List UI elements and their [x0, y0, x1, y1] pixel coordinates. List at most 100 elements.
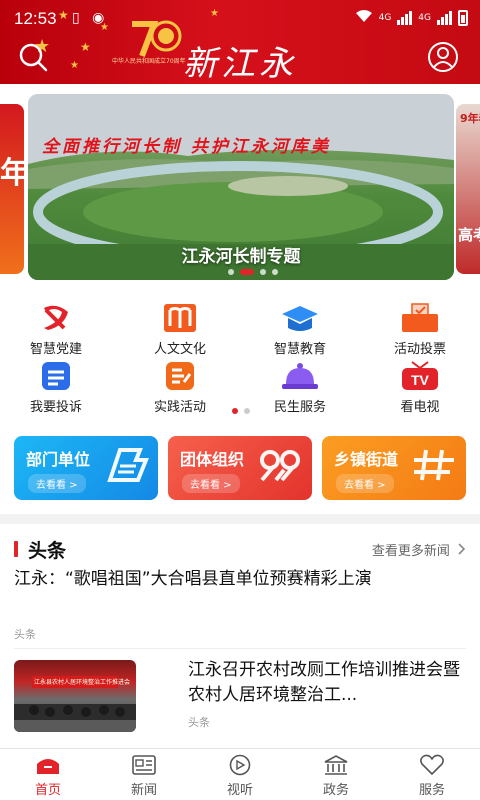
- ballot-box-icon: [400, 302, 440, 334]
- grid-dot[interactable]: [244, 408, 250, 414]
- banner-pagination: [228, 269, 278, 275]
- status-time: 12:53: [14, 9, 57, 28]
- tab-label: 首页: [34, 783, 61, 798]
- tab-services[interactable]: 服务: [384, 749, 480, 800]
- status-right-icons: 4G 4G: [355, 9, 468, 26]
- news-thumbnail: 江永县农村人居环境整治工作推进会: [14, 660, 136, 732]
- tab-government[interactable]: 政务: [288, 749, 384, 800]
- tab-label: 政务: [322, 783, 349, 798]
- grid-item-label: 智慧党建: [29, 342, 82, 357]
- header: ★ ★ ★ ★ ★ ★ 12:53 ▯ ◉ 4G 4G 中华人民共和国成立70周…: [0, 0, 480, 84]
- category-card-link[interactable]: 去看看 >: [336, 474, 394, 493]
- chevron-right-icon: [458, 543, 466, 559]
- banner-dot[interactable]: [272, 269, 278, 275]
- more-news-label: 查看更多新闻: [371, 544, 450, 559]
- banner-dot-active[interactable]: [240, 269, 254, 275]
- book-icon: [160, 302, 200, 334]
- banner-caption: 江永河长制专题: [181, 247, 301, 267]
- banner-slide[interactable]: 全面推行河长制 共护江永河库美 江永河长制专题: [28, 94, 454, 280]
- departments-icon: [106, 446, 150, 493]
- grid-item-livelihood[interactable]: 民生服务: [250, 360, 350, 416]
- service-bell-icon: [280, 360, 320, 392]
- grid-item-practice[interactable]: 实践活动: [130, 360, 230, 416]
- tab-home[interactable]: 首页: [0, 749, 96, 800]
- user-profile-button[interactable]: [426, 40, 460, 74]
- tv-icon: TV: [400, 360, 440, 392]
- grid-item-label: 活动投票: [393, 342, 446, 357]
- row-divider: [14, 648, 466, 649]
- grid-item-label: 智慧教育: [273, 342, 326, 357]
- grid-item-label: 看电视: [400, 400, 440, 415]
- home-icon: [35, 753, 61, 777]
- news-item-title: 江永召开农村改厕工作培训推进会暨农村人居环境整治工...: [188, 660, 460, 705]
- heart-icon: [419, 753, 445, 777]
- grid-item-watch-tv[interactable]: TV 看电视: [370, 360, 470, 416]
- category-card-departments[interactable]: 部门单位 去看看 >: [14, 436, 158, 500]
- signal-icon-2: [437, 10, 452, 25]
- app-logo-text: 新江永: [183, 44, 297, 84]
- graduation-cap-icon: [280, 302, 320, 334]
- banner-peek-right-text-2: 高考: [458, 226, 480, 244]
- category-card-link[interactable]: 去看看 >: [182, 474, 240, 493]
- battery-icon: [458, 9, 468, 26]
- tab-label: 服务: [418, 783, 445, 798]
- category-card-link[interactable]: 去看看 >: [28, 474, 86, 493]
- section-divider: [0, 514, 480, 524]
- headline-tag: 头条: [14, 628, 36, 641]
- tab-video[interactable]: 视听: [192, 749, 288, 800]
- practice-icon: [160, 360, 200, 392]
- banner-carousel[interactable]: 年 9年春 高考 全面推行河长制 共护江永河库美 江永河长制专题: [0, 90, 480, 290]
- newspaper-icon: [131, 753, 157, 777]
- meeting-photo: [14, 704, 136, 732]
- news-section-title: 头条: [28, 540, 67, 562]
- network-type-label-2: 4G: [418, 12, 431, 23]
- grid-item-complaint[interactable]: 我要投诉: [6, 360, 106, 416]
- grid-item-voting[interactable]: 活动投票: [370, 302, 470, 358]
- search-icon: [19, 43, 48, 72]
- quick-access-grid: 智慧党建 人文文化 智慧教育 活动投票 我要投诉 实践活动 民生服务 TV 看电…: [0, 298, 480, 415]
- grid-item-culture[interactable]: 人文文化: [130, 302, 230, 358]
- news-list-item[interactable]: 江永县农村人居环境整治工作推进会 江永召开农村改厕工作培训推进会暨农村人居环境整…: [14, 658, 466, 736]
- status-bar: 12:53 ▯ ◉ 4G 4G: [0, 0, 480, 36]
- banner-slogan: 全面推行河长制 共护江永河库美: [42, 137, 331, 157]
- signal-icon: [397, 10, 413, 25]
- category-card-townships[interactable]: 乡镇街道 去看看 >: [322, 436, 466, 500]
- grid-item-education[interactable]: 智慧教育: [250, 302, 350, 358]
- news-item-tag: 头条: [188, 716, 210, 729]
- tab-news[interactable]: 新闻: [96, 749, 192, 800]
- grid-item-label: 民生服务: [273, 400, 326, 415]
- play-icon: [227, 753, 253, 777]
- section-marker: [14, 541, 18, 557]
- tab-label: 新闻: [130, 783, 157, 798]
- banner-peek-left-text: 年: [0, 156, 24, 191]
- banner-peek-left[interactable]: 年: [0, 104, 24, 274]
- banner-dot[interactable]: [260, 269, 266, 275]
- grid-pagination: [232, 408, 250, 414]
- anniversary-caption: 中华人民共和国成立70周年: [112, 58, 186, 65]
- star-decoration-icon: ★: [70, 60, 79, 71]
- grid-dot-active[interactable]: [232, 408, 238, 414]
- network-type-label: 4G: [378, 12, 392, 23]
- party-emblem-icon: [36, 302, 76, 334]
- banner-peek-right[interactable]: 9年春 高考: [456, 104, 480, 274]
- banner-peek-right-text: 9年春: [460, 112, 480, 125]
- banner-dot[interactable]: [228, 269, 234, 275]
- category-card-organizations[interactable]: 团体组织 去看看 >: [168, 436, 312, 500]
- grid-item-smart-party[interactable]: 智慧党建: [6, 302, 106, 358]
- user-icon: [428, 42, 458, 72]
- category-card-title: 乡镇街道: [334, 450, 399, 469]
- wifi-icon: [355, 9, 373, 26]
- app-root: ★ ★ ★ ★ ★ ★ 12:53 ▯ ◉ 4G 4G 中华人民共和国成立70周…: [0, 0, 480, 800]
- grid-item-label: 我要投诉: [29, 400, 82, 415]
- townships-icon: [410, 446, 458, 493]
- more-news-link[interactable]: 查看更多新闻: [372, 540, 466, 559]
- search-button[interactable]: [16, 40, 50, 74]
- organizations-icon: [256, 446, 304, 493]
- category-card-title: 团体组织: [180, 450, 245, 469]
- tab-label: 视听: [226, 783, 253, 798]
- star-decoration-icon: ★: [80, 40, 91, 54]
- headline-news[interactable]: 江永：“歌唱祖国”大合唱县直单位预赛精彩上演: [14, 566, 466, 592]
- svg-text:TV: TV: [411, 372, 430, 388]
- grid-item-label: 人文文化: [153, 342, 206, 357]
- news-section-header: 头条 查看更多新闻: [0, 536, 480, 564]
